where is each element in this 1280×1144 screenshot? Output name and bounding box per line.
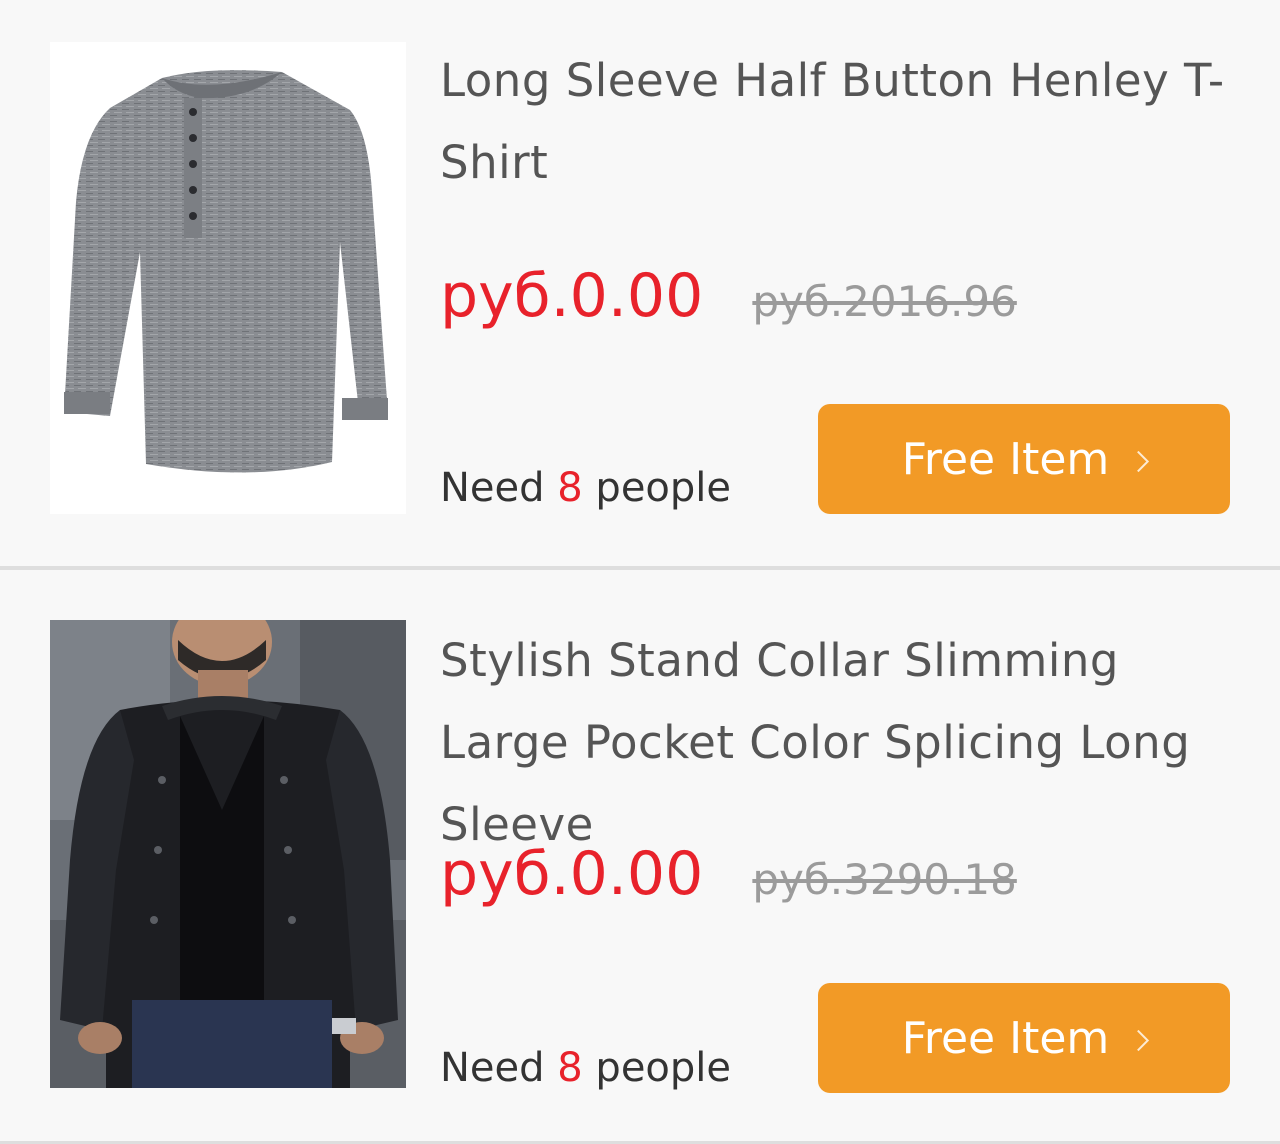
- need-prefix: Need: [440, 1045, 545, 1091]
- price-row: руб.0.00 руб.3290.18: [440, 836, 1240, 918]
- product-title[interactable]: Long Sleeve Half Button Henley T-Shirt: [440, 40, 1240, 204]
- original-price: руб.3290.18: [752, 855, 1017, 904]
- need-suffix: people: [595, 465, 732, 511]
- current-price: руб.0.00: [440, 261, 704, 331]
- jacket-model-illustration: [50, 620, 406, 1088]
- need-prefix: Need: [440, 465, 545, 511]
- need-suffix: people: [595, 1045, 732, 1091]
- original-price: руб.2016.96: [752, 277, 1017, 326]
- free-item-button[interactable]: Free Item: [818, 983, 1230, 1093]
- chevron-right-icon: [1128, 1029, 1150, 1051]
- need-count: 8: [557, 1045, 583, 1091]
- product-title[interactable]: Stylish Stand Collar Slimming Large Pock…: [440, 620, 1240, 866]
- free-item-button[interactable]: Free Item: [818, 404, 1230, 514]
- product-image-jacket[interactable]: [50, 620, 406, 1088]
- shirt-illustration: [64, 70, 388, 473]
- product-image-henley[interactable]: [50, 42, 406, 514]
- chevron-right-icon: [1128, 450, 1150, 472]
- product-card[interactable]: Stylish Stand Collar Slimming Large Pock…: [0, 570, 1280, 1141]
- need-count: 8: [557, 465, 583, 511]
- price-row: руб.0.00 руб.2016.96: [440, 258, 1240, 340]
- product-list: Long Sleeve Half Button Henley T-Shirt р…: [0, 0, 1280, 1144]
- free-item-button-label: Free Item: [901, 433, 1110, 485]
- needed-people-text: Need 8 people: [440, 1043, 731, 1093]
- current-price: руб.0.00: [440, 839, 704, 909]
- needed-people-text: Need 8 people: [440, 463, 731, 513]
- free-item-button-label: Free Item: [901, 1012, 1110, 1064]
- product-card[interactable]: Long Sleeve Half Button Henley T-Shirt р…: [0, 0, 1280, 566]
